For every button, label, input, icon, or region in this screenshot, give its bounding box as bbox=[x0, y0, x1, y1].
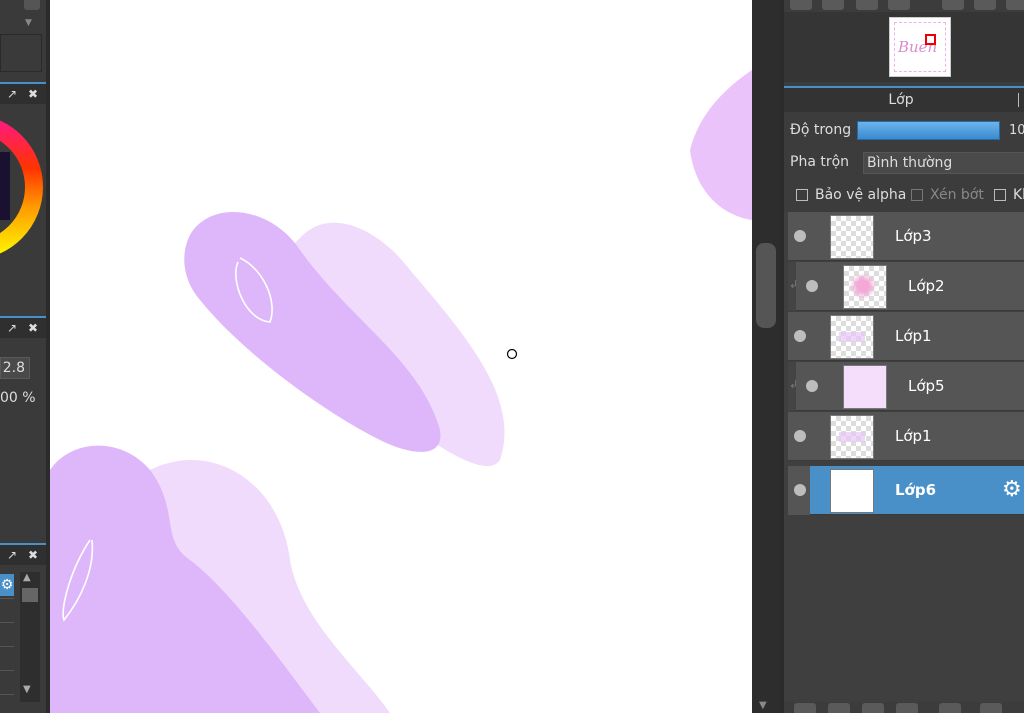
layer-name: Lớp1 bbox=[895, 427, 932, 445]
layer-row[interactable]: Lớp1 bbox=[788, 312, 1024, 361]
brush-list[interactable] bbox=[0, 598, 14, 699]
brush-list-header: ↗ ✖ bbox=[0, 543, 46, 565]
protect-alpha-checkbox[interactable] bbox=[796, 189, 808, 201]
opacity-label: Độ trong bbox=[790, 122, 852, 138]
canvas-vertical-scrollbar[interactable] bbox=[752, 0, 780, 713]
scroll-handle[interactable] bbox=[24, 0, 40, 10]
rotate-icon[interactable] bbox=[942, 0, 964, 10]
close-icon[interactable]: ✖ bbox=[26, 548, 40, 562]
brush-preview-box bbox=[0, 34, 42, 72]
opacity-value: 10 bbox=[1009, 123, 1024, 138]
brush-size-field[interactable]: 2.8 bbox=[0, 357, 30, 379]
close-icon[interactable]: ✖ bbox=[26, 87, 40, 101]
thumb-art bbox=[839, 432, 865, 442]
drawing-canvas[interactable] bbox=[50, 0, 752, 713]
new-layer-icon[interactable] bbox=[794, 703, 816, 713]
color-wheel[interactable] bbox=[0, 112, 46, 262]
viewport-indicator[interactable] bbox=[925, 34, 936, 45]
layer-row[interactable]: Lớp1 bbox=[788, 412, 1024, 461]
scroll-down-arrow-icon[interactable]: ▼ bbox=[759, 700, 767, 711]
blend-mode-select[interactable]: Bình thường bbox=[863, 152, 1024, 174]
layer-row[interactable]: ↲ Lớp5 bbox=[788, 362, 1024, 411]
zoom-out-icon[interactable] bbox=[822, 0, 844, 10]
clipping-checkbox[interactable] bbox=[911, 189, 923, 201]
right-panel: Buen Lớp Độ trong 10 Pha trộn Bình thườn… bbox=[784, 0, 1024, 713]
close-icon[interactable]: ✖ bbox=[26, 321, 40, 335]
clipping-indicator: ↲ bbox=[788, 262, 799, 311]
left-panel: ▼ ↗ ✖ ↗ ✖ 2.8 00 % ↗ ✖ ⚙ ▲ ▼ bbox=[0, 0, 46, 713]
brush-opacity-value: 00 % bbox=[0, 390, 36, 406]
eye-icon[interactable] bbox=[806, 280, 818, 292]
fit-icon[interactable] bbox=[856, 0, 878, 10]
scroll-up-arrow-icon[interactable]: ▲ bbox=[23, 572, 31, 583]
layer-name: Lớp3 bbox=[895, 227, 932, 245]
clipping-indicator: ↲ bbox=[788, 362, 799, 411]
zoom-reset-icon[interactable] bbox=[888, 0, 910, 10]
scroll-thumb[interactable] bbox=[22, 588, 38, 602]
eye-icon[interactable] bbox=[794, 430, 806, 442]
gear-icon[interactable]: ⚙ bbox=[1002, 478, 1022, 502]
lock-checkbox[interactable] bbox=[994, 189, 1006, 201]
clip-arrow-icon: ↲ bbox=[789, 378, 799, 391]
layer-more-icon[interactable] bbox=[980, 703, 1002, 713]
thumb-art bbox=[839, 332, 865, 342]
tab-layer[interactable]: Lớp bbox=[784, 88, 1018, 112]
canvas-scroll-thumb[interactable] bbox=[756, 243, 776, 328]
reset-icon[interactable] bbox=[1006, 0, 1024, 10]
undock-icon[interactable]: ↗ bbox=[5, 548, 19, 562]
layer-thumbnail bbox=[830, 215, 874, 259]
gear-icon[interactable]: ⚙ bbox=[0, 574, 14, 596]
eye-icon[interactable] bbox=[794, 330, 806, 342]
lock-label: Kh bbox=[1013, 187, 1024, 203]
navigator-thumbnail[interactable]: Buen bbox=[889, 17, 951, 77]
brush-panel-header: ↗ ✖ bbox=[0, 316, 46, 338]
layer-name: Lớp6 bbox=[895, 481, 937, 499]
clipping-label: Xén bớt bbox=[930, 187, 984, 203]
layer-thumbnail bbox=[830, 415, 874, 459]
layer-list: Lớp3 ↲ Lớp2 Lớp1 ↲ Lớp5 Lớp1 Lớp6 ⚙ bbox=[784, 212, 1024, 702]
layer-thumbnail bbox=[830, 315, 874, 359]
copy-layer-icon[interactable] bbox=[862, 703, 884, 713]
eye-icon[interactable] bbox=[806, 380, 818, 392]
layer-name: Lớp1 bbox=[895, 327, 932, 345]
layer-name: Lớp2 bbox=[908, 277, 945, 295]
layer-tab-bar: Lớp bbox=[784, 86, 1024, 112]
thumb-art bbox=[848, 274, 878, 298]
layer-thumbnail bbox=[830, 469, 874, 513]
undock-icon[interactable]: ↗ bbox=[5, 87, 19, 101]
new-layer-icon[interactable] bbox=[828, 703, 850, 713]
dark-stroke-shape bbox=[690, 70, 752, 220]
clip-arrow-icon: ↲ bbox=[789, 278, 799, 291]
folder-icon[interactable] bbox=[939, 703, 961, 713]
eye-icon[interactable] bbox=[794, 484, 806, 496]
brush-list-scrollbar[interactable]: ▲ ▼ bbox=[20, 572, 40, 702]
layer-row[interactable]: ↲ Lớp2 bbox=[788, 262, 1024, 311]
layer-thumbnail bbox=[843, 265, 887, 309]
brush-cursor bbox=[506, 348, 518, 360]
layer-thumbnail bbox=[843, 365, 887, 409]
undock-icon[interactable]: ↗ bbox=[5, 321, 19, 335]
scroll-down-arrow-icon[interactable]: ▼ bbox=[23, 684, 31, 695]
zoom-in-icon[interactable] bbox=[790, 0, 812, 10]
merge-layer-icon[interactable] bbox=[896, 703, 918, 713]
protect-alpha-label: Bảo vệ alpha bbox=[815, 187, 907, 203]
eye-icon[interactable] bbox=[794, 230, 806, 242]
flip-icon[interactable] bbox=[974, 0, 996, 10]
blend-label: Pha trộn bbox=[790, 154, 850, 170]
tab-next-partial[interactable] bbox=[1018, 93, 1024, 107]
color-panel-header: ↗ ✖ bbox=[0, 82, 46, 104]
layer-row[interactable]: Lớp3 bbox=[788, 212, 1024, 261]
layer-name: Lớp5 bbox=[908, 377, 945, 395]
artwork bbox=[50, 70, 752, 713]
scroll-down-arrow-icon[interactable]: ▼ bbox=[25, 18, 32, 28]
opacity-slider[interactable] bbox=[857, 121, 1000, 140]
layer-row-selected[interactable]: Lớp6 ⚙ bbox=[788, 466, 1024, 515]
